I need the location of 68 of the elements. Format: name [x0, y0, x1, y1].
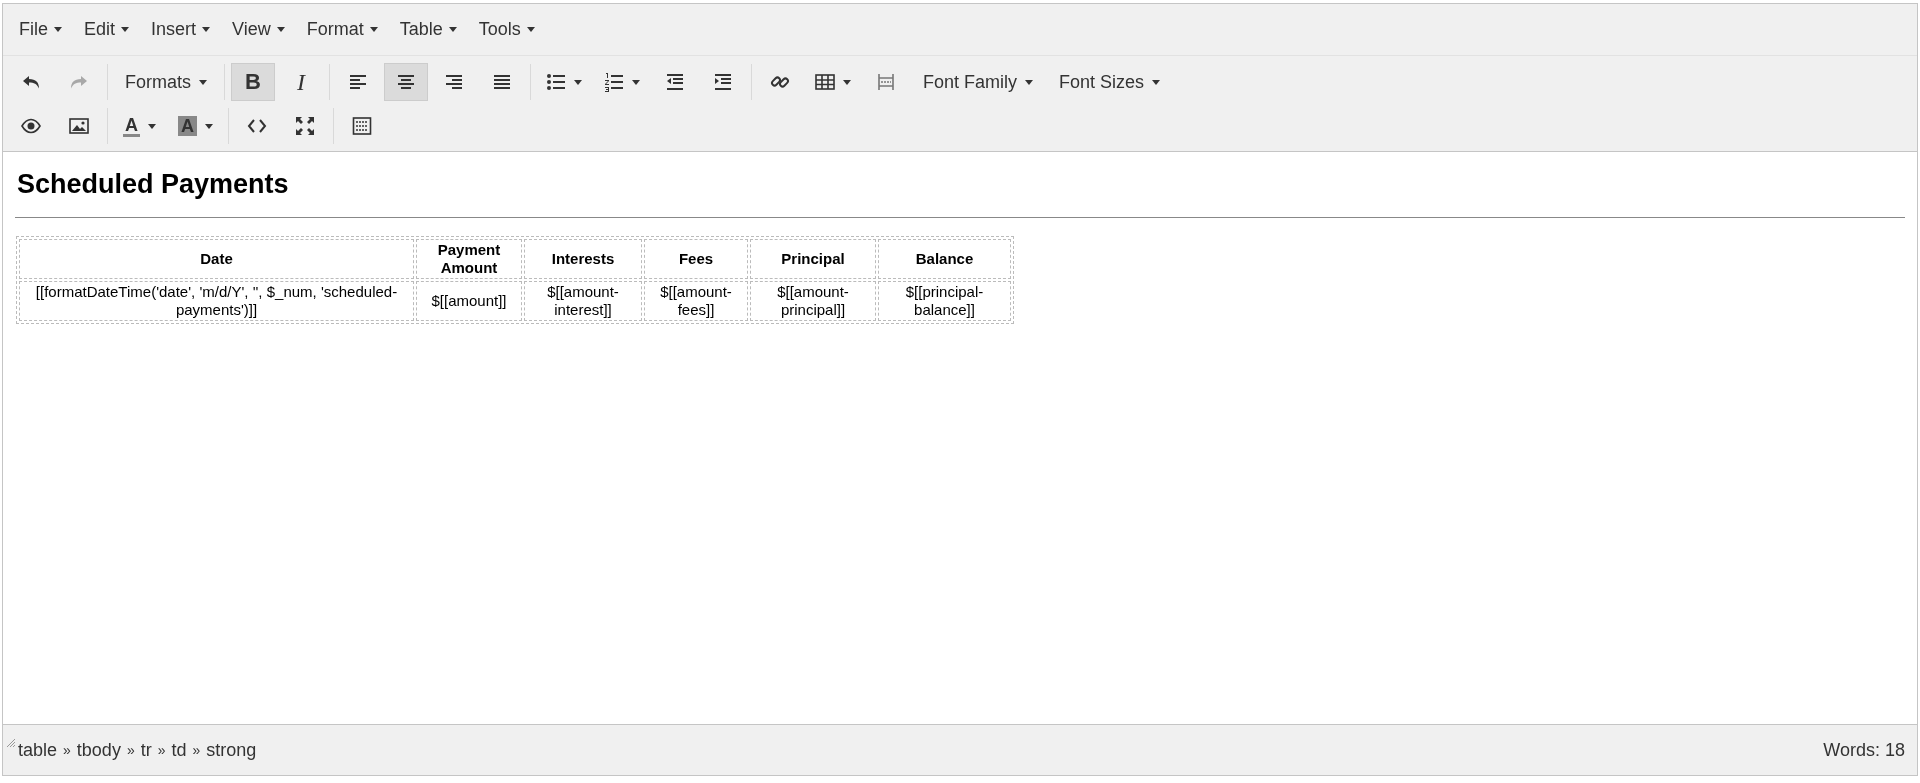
align-justify-icon	[492, 72, 512, 92]
path-separator: »	[63, 742, 71, 758]
bullet-list-icon	[546, 72, 566, 92]
element-path-link[interactable]: table	[18, 739, 58, 761]
resize-handle-icon[interactable]	[6, 738, 16, 748]
align-left-icon	[348, 72, 368, 92]
caret-icon	[574, 79, 582, 85]
path-separator: »	[192, 742, 201, 758]
column-header: Payment Amount	[416, 239, 522, 279]
caret-icon	[1152, 79, 1161, 85]
table-cell: $[[amount-interest]]	[524, 281, 642, 321]
template-icon	[352, 116, 372, 136]
path-separator: »	[157, 742, 166, 758]
align-center-button[interactable]	[384, 63, 428, 101]
bold-button[interactable]: B	[231, 63, 275, 101]
menu-item[interactable]: Edit	[74, 13, 140, 46]
menu-item[interactable]: Table	[389, 13, 467, 46]
outdent-icon	[665, 72, 685, 92]
column-header: Fees	[644, 239, 748, 279]
table-cell: $[[amount]]	[416, 281, 522, 321]
column-header: Balance	[878, 239, 1011, 279]
table-cell: [[formatDateTime('date', 'm/d/Y', '', $_num, 'scheduled-payments')]]	[19, 281, 414, 321]
italic-button[interactable]: I	[279, 63, 323, 101]
dropdown-button[interactable]: Font Family	[912, 63, 1045, 101]
caret-icon	[148, 123, 156, 129]
text-color-button[interactable]: A	[114, 107, 165, 145]
table-cell: $[[principal-balance]]	[878, 281, 1011, 321]
menu-item[interactable]: Tools	[468, 13, 545, 46]
menu-item[interactable]: Format	[296, 13, 388, 46]
menu-item[interactable]: View	[222, 13, 295, 46]
background-color-button[interactable]: A	[169, 107, 222, 145]
element-path-link[interactable]: tbody	[76, 739, 121, 761]
element-path-link[interactable]: td	[171, 739, 187, 761]
word-count: Words: 18	[1823, 739, 1905, 761]
caret-icon	[526, 27, 535, 32]
path-separator: »	[126, 742, 135, 758]
caret-icon	[843, 79, 851, 85]
table-grid-icon	[815, 72, 835, 92]
caret-icon	[199, 79, 207, 85]
document-heading: Scheduled Payments	[17, 169, 290, 200]
dropdown-button[interactable]: Formats	[114, 63, 218, 101]
numbered-list-icon	[604, 72, 624, 92]
table-cell: $[[amount-principal]]	[750, 281, 876, 321]
align-center-icon	[396, 72, 416, 92]
column-header: Interests	[524, 239, 642, 279]
caret-icon	[276, 27, 285, 32]
nonbreaking-space-icon	[876, 72, 896, 92]
eye-icon	[21, 116, 41, 136]
column-header: Date	[19, 239, 414, 279]
caret-icon	[54, 27, 62, 32]
caret-icon	[202, 27, 211, 32]
element-path-link[interactable]: strong	[206, 739, 257, 761]
indent-icon	[713, 72, 733, 92]
caret-icon	[1025, 79, 1034, 85]
caret-icon	[369, 27, 378, 32]
caret-icon	[121, 27, 130, 32]
image-icon	[69, 116, 89, 136]
column-header: Principal	[750, 239, 876, 279]
caret-icon	[205, 123, 213, 129]
caret-icon	[632, 79, 640, 85]
align-right-icon	[444, 72, 464, 92]
fullscreen-icon	[295, 116, 315, 136]
caret-icon	[448, 27, 457, 32]
menu-item[interactable]: File	[9, 13, 72, 46]
table-cell: $[[amount-fees]]	[644, 281, 748, 321]
dropdown-button[interactable]: Font Sizes	[1048, 63, 1172, 101]
menu-item[interactable]: Insert	[141, 13, 221, 46]
element-path-link[interactable]: tr	[140, 739, 152, 761]
